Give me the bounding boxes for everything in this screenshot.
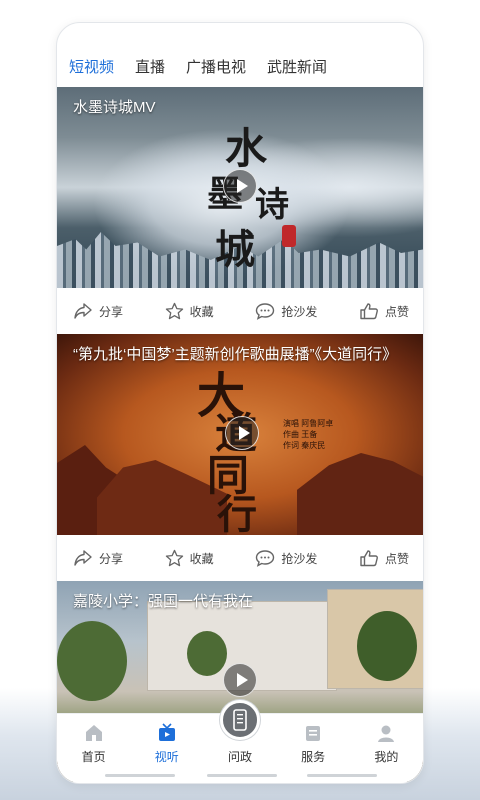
play-icon[interactable] — [223, 169, 257, 203]
inquiry-center-button[interactable] — [220, 700, 260, 740]
nav-label: 问政 — [227, 750, 252, 764]
calligraphy-char: 城 — [215, 226, 255, 273]
like-label: 点赞 — [384, 304, 409, 319]
comment-button[interactable]: 抢沙发 — [255, 549, 317, 567]
bottom-nav: 首页 视听 问政 服务 我的 — [57, 700, 423, 783]
nav-home[interactable]: 首页 — [66, 722, 122, 765]
nav-label: 视听 — [154, 750, 179, 764]
video-title: “第九批‘中国梦’主题新创作歌曲展播”《大道同行》 — [73, 346, 398, 363]
video-thumbnail[interactable]: 水 墨 诗 城 水墨诗城MV — [57, 87, 423, 288]
card-actions: 分享 收藏 抢沙发 点赞 — [57, 288, 423, 334]
like-button[interactable]: 点赞 — [359, 302, 409, 320]
credit-line: 作词 秦庆民 — [283, 441, 326, 450]
share-button[interactable]: 分享 — [73, 549, 123, 567]
thumbs-up-icon — [360, 550, 378, 567]
calligraphy-char: 行 — [217, 491, 257, 535]
phone-frame: 短视频 直播 广播电视 武胜新闻 水 墨 诗 城 水墨诗城MV 分享 — [56, 22, 424, 784]
favorite-button[interactable]: 收藏 — [165, 549, 214, 567]
song-credits: 演唱 阿鲁阿卓 作曲 王备 作词 秦庆民 — [283, 418, 333, 451]
star-icon — [165, 549, 183, 567]
play-icon[interactable] — [225, 416, 259, 450]
nav-label: 服务 — [301, 750, 326, 764]
nav-tv[interactable]: 视听 — [139, 722, 195, 765]
like-label: 点赞 — [384, 551, 409, 566]
video-feed: 水 墨 诗 城 水墨诗城MV 分享 收藏 抢沙发 — [57, 87, 423, 782]
video-card: 水 墨 诗 城 水墨诗城MV 分享 收藏 抢沙发 — [57, 87, 423, 334]
credit-line: 演唱 阿鲁阿卓 — [283, 419, 334, 428]
user-icon — [375, 722, 397, 744]
video-title: 嘉陵小学：强国一代有我在 — [73, 593, 254, 610]
video-card: 大 道 同 行 演唱 阿鲁阿卓 作曲 王备 作词 秦庆民 “第九批‘中国梦’主题… — [57, 334, 423, 581]
red-seal-stamp — [282, 225, 296, 247]
credit-line: 作曲 王备 — [283, 430, 318, 439]
top-tabs: 短视频 直播 广播电视 武胜新闻 — [57, 53, 423, 92]
favorite-label: 收藏 — [189, 551, 214, 566]
tab-wusheng-news[interactable]: 武胜新闻 — [267, 53, 327, 89]
tab-short-video[interactable]: 短视频 — [69, 53, 115, 92]
comment-icon — [256, 303, 275, 320]
share-button[interactable]: 分享 — [73, 302, 123, 320]
share-icon — [74, 550, 92, 566]
service-icon — [302, 722, 324, 744]
comment-button[interactable]: 抢沙发 — [255, 302, 317, 320]
home-indicator — [207, 774, 277, 777]
calligraphy-char: 诗 — [255, 185, 289, 225]
nav-service[interactable]: 服务 — [285, 722, 341, 765]
play-icon[interactable] — [223, 663, 257, 697]
share-label: 分享 — [99, 551, 124, 566]
comment-label: 抢沙发 — [281, 304, 318, 319]
comment-icon — [256, 550, 275, 567]
home-icon — [83, 722, 105, 744]
rock-formation — [297, 453, 423, 535]
tab-broadcast-tv[interactable]: 广播电视 — [186, 53, 246, 89]
share-icon — [74, 303, 92, 319]
tab-live[interactable]: 直播 — [135, 53, 165, 89]
nav-label: 首页 — [81, 750, 106, 764]
phone-icon — [233, 709, 247, 731]
favorite-button[interactable]: 收藏 — [165, 302, 214, 320]
nav-label: 我的 — [374, 750, 399, 764]
video-thumbnail[interactable]: 大 道 同 行 演唱 阿鲁阿卓 作曲 王备 作词 秦庆民 “第九批‘中国梦’主题… — [57, 334, 423, 535]
comment-label: 抢沙发 — [281, 551, 318, 566]
share-label: 分享 — [99, 304, 124, 319]
tree — [357, 611, 417, 681]
thumbs-up-icon — [360, 303, 378, 320]
tree — [187, 631, 227, 676]
home-indicator — [105, 774, 175, 777]
card-actions: 分享 收藏 抢沙发 点赞 — [57, 535, 423, 581]
nav-profile[interactable]: 我的 — [358, 722, 414, 765]
video-title: 水墨诗城MV — [73, 99, 156, 116]
tv-icon — [156, 722, 178, 744]
tree — [57, 621, 127, 701]
favorite-label: 收藏 — [189, 304, 214, 319]
home-indicator — [307, 774, 377, 777]
like-button[interactable]: 点赞 — [359, 549, 409, 567]
star-icon — [165, 302, 183, 320]
